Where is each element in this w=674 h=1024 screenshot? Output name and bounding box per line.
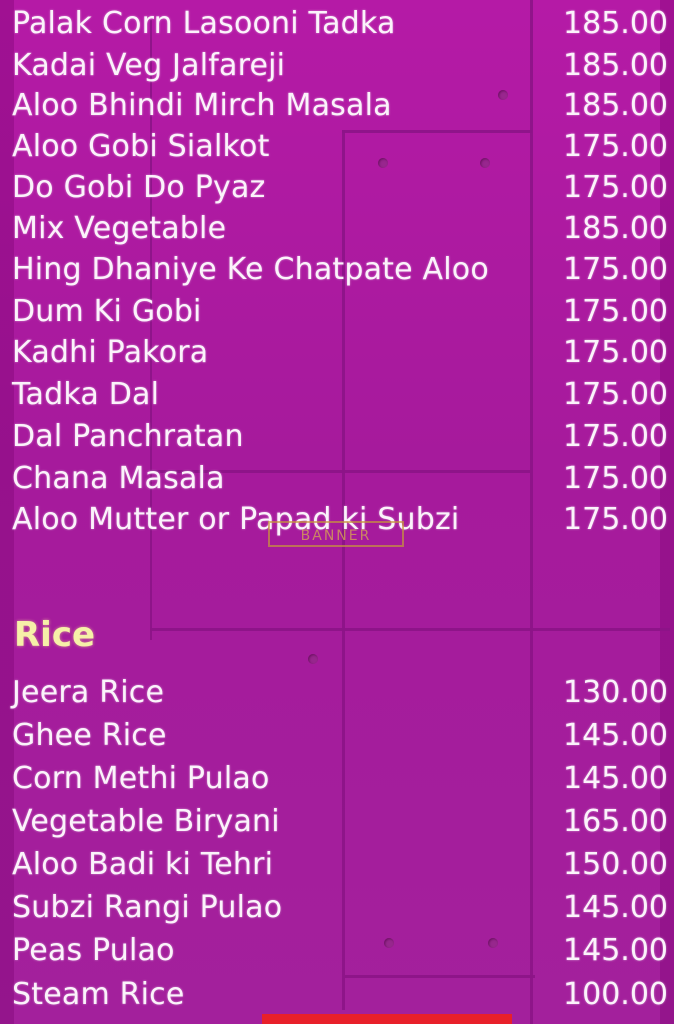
item-price: 175.00: [563, 129, 668, 164]
menu-item: Corn Methi Pulao 145.00: [12, 759, 668, 799]
item-price: 100.00: [563, 977, 668, 1012]
item-name: Mix Vegetable: [12, 211, 227, 246]
panel-seam: [150, 628, 670, 631]
item-name: Subzi Rangi Pulao: [12, 890, 283, 925]
item-name: Kadhi Pakora: [12, 335, 209, 370]
menu-item: Dal Panchratan 175.00: [12, 417, 668, 457]
item-name: Peas Pulao: [12, 933, 175, 968]
item-price: 185.00: [563, 6, 668, 41]
menu-item: Mix Vegetable 185.00: [12, 209, 668, 249]
item-name: Jeera Rice: [12, 675, 165, 710]
menu-item: Vegetable Biryani 165.00: [12, 802, 668, 842]
item-name: Kadai Veg Jalfareji: [12, 48, 286, 83]
item-price: 175.00: [563, 461, 668, 496]
item-name: Do Gobi Do Pyaz: [12, 170, 266, 205]
item-price: 145.00: [563, 718, 668, 753]
item-name: Vegetable Biryani: [12, 804, 280, 839]
red-strip: [262, 1014, 512, 1024]
item-price: 185.00: [563, 48, 668, 83]
menu-item: Aloo Gobi Sialkot 175.00: [12, 127, 668, 167]
section-heading-rice: Rice: [14, 615, 96, 655]
menu-item: Palak Corn Lasooni Tadka 185.00: [12, 4, 668, 44]
item-price: 185.00: [563, 88, 668, 123]
menu-item: Chana Masala 175.00: [12, 459, 668, 499]
rivet: [308, 654, 318, 664]
item-name: Steam Rice: [12, 977, 185, 1012]
item-price: 175.00: [563, 419, 668, 454]
item-name: Chana Masala: [12, 461, 225, 496]
watermark-stamp: BANNER: [268, 521, 404, 547]
item-name: Aloo Badi ki Tehri: [12, 847, 274, 882]
item-price: 165.00: [563, 804, 668, 839]
item-name: Corn Methi Pulao: [12, 761, 270, 796]
item-name: Ghee Rice: [12, 718, 167, 753]
menu-item: Ghee Rice 145.00: [12, 716, 668, 756]
menu-item: Tadka Dal 175.00: [12, 375, 668, 415]
menu-item: Peas Pulao 145.00: [12, 931, 668, 971]
menu-item: Kadhi Pakora 175.00: [12, 333, 668, 373]
menu-item: Jeera Rice 130.00: [12, 673, 668, 713]
menu-item: Aloo Badi ki Tehri 150.00: [12, 845, 668, 885]
item-price: 175.00: [563, 335, 668, 370]
item-price: 145.00: [563, 761, 668, 796]
item-price: 175.00: [563, 170, 668, 205]
menu-item: Hing Dhaniye Ke Chatpate Aloo 175.00: [12, 250, 668, 290]
menu-item: Dum Ki Gobi 175.00: [12, 292, 668, 332]
item-name: Palak Corn Lasooni Tadka: [12, 6, 396, 41]
item-price: 175.00: [563, 377, 668, 412]
item-name: Tadka Dal: [12, 377, 160, 412]
item-price: 130.00: [563, 675, 668, 710]
item-name: Dal Panchratan: [12, 419, 244, 454]
item-price: 145.00: [563, 933, 668, 968]
item-price: 185.00: [563, 211, 668, 246]
menu-item: Do Gobi Do Pyaz 175.00: [12, 168, 668, 208]
item-price: 150.00: [563, 847, 668, 882]
menu-item: Kadai Veg Jalfareji 185.00: [12, 46, 668, 86]
item-price: 175.00: [563, 252, 668, 287]
item-price: 175.00: [563, 294, 668, 329]
item-name: Aloo Gobi Sialkot: [12, 129, 270, 164]
item-name: Hing Dhaniye Ke Chatpate Aloo: [12, 252, 489, 287]
item-name: Aloo Bhindi Mirch Masala: [12, 88, 392, 123]
menu-item: Steam Rice 100.00: [12, 975, 668, 1015]
item-price: 145.00: [563, 890, 668, 925]
menu-item: Subzi Rangi Pulao 145.00: [12, 888, 668, 928]
item-price: 175.00: [563, 502, 668, 537]
menu-item: Aloo Bhindi Mirch Masala 185.00: [12, 86, 668, 126]
item-name: Dum Ki Gobi: [12, 294, 202, 329]
